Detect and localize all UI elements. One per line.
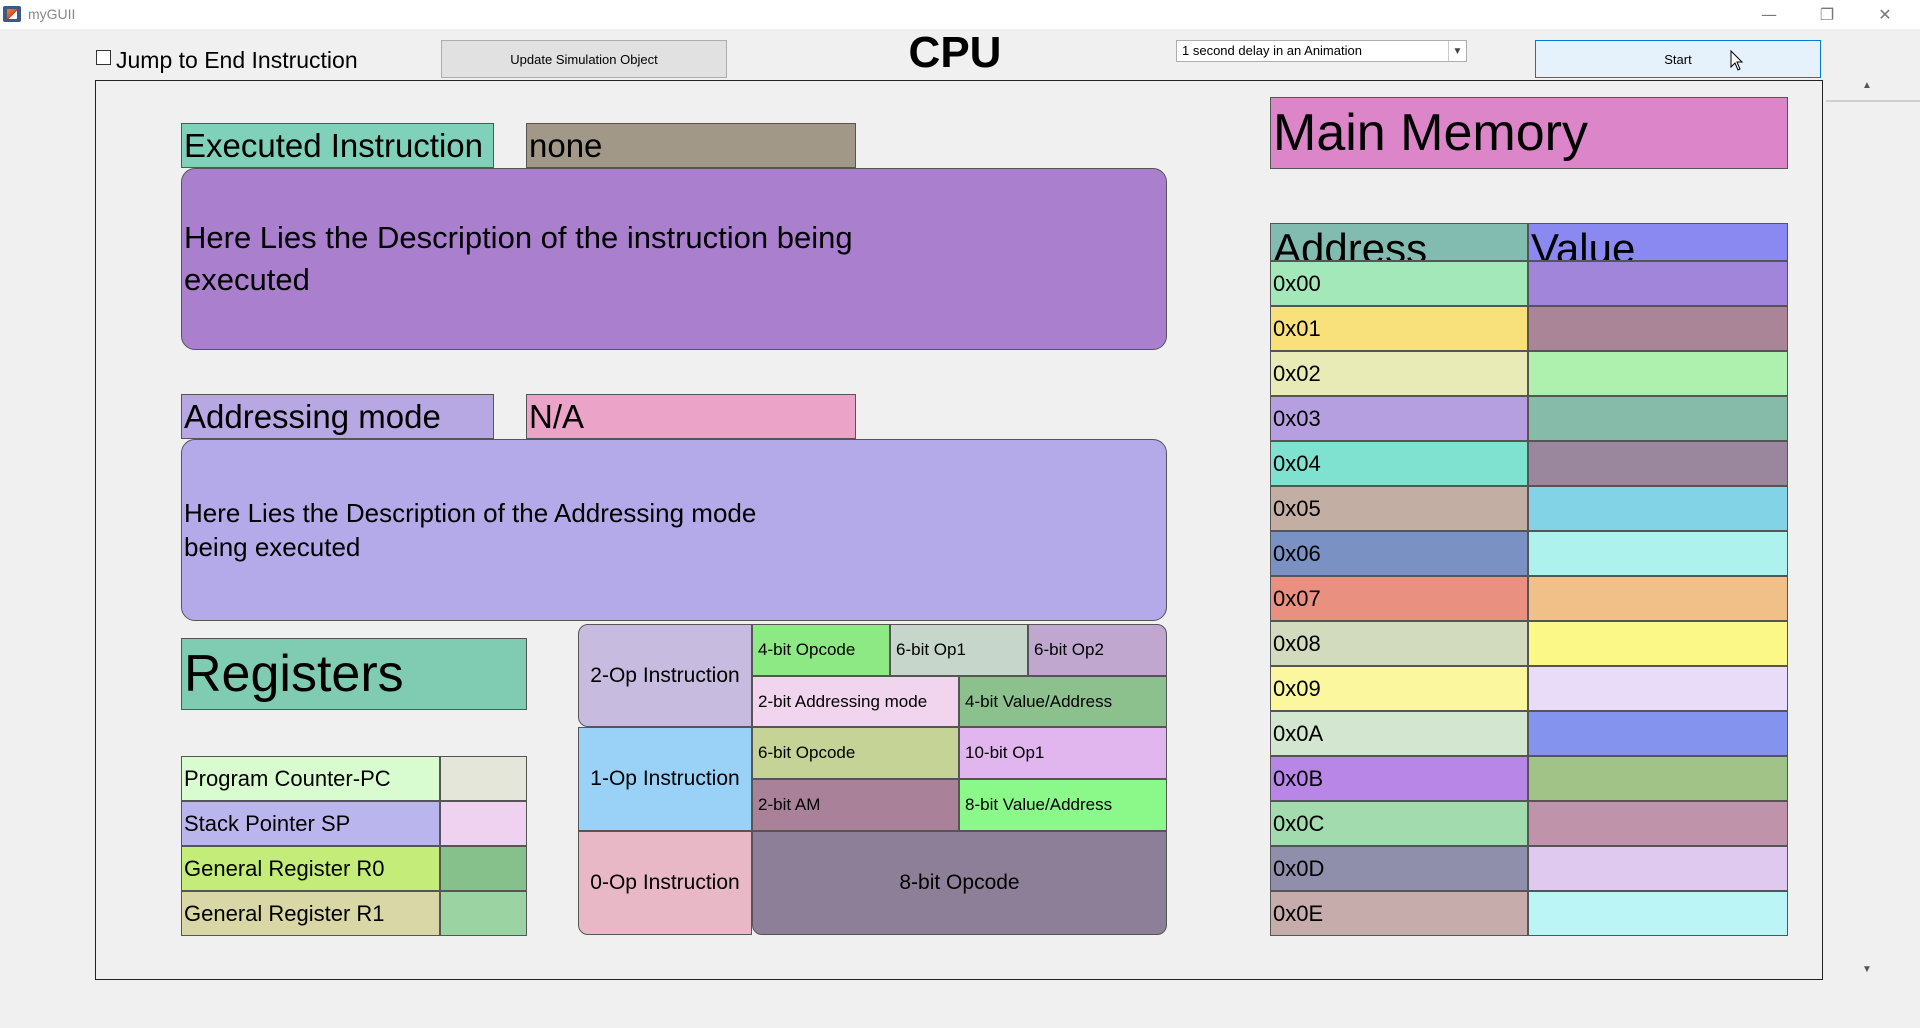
memory-value-cell	[1528, 801, 1788, 846]
register-value	[440, 891, 527, 936]
addressing-mode-value: N/A	[526, 394, 856, 439]
register-value	[440, 801, 527, 846]
memory-value-cell	[1528, 711, 1788, 756]
memory-address-cell: 0x0D	[1270, 846, 1528, 891]
memory-address-cell: 0x05	[1270, 486, 1528, 531]
scroll-down-icon[interactable]: ▼	[1862, 964, 1872, 975]
memory-value-cell	[1528, 621, 1788, 666]
memory-address-cell: 0x09	[1270, 666, 1528, 711]
memory-address-cell: 0x0B	[1270, 756, 1528, 801]
memory-value-cell	[1528, 441, 1788, 486]
executed-instruction-value: none	[526, 123, 856, 168]
memory-value-cell	[1528, 306, 1788, 351]
zero-op-opcode-field: 8-bit Opcode	[752, 831, 1167, 935]
memory-address-cell: 0x01	[1270, 306, 1528, 351]
jump-to-end-checkbox[interactable]	[96, 50, 111, 65]
register-label: General Register R1	[181, 891, 440, 936]
instruction-description-text: Here Lies the Description of the instruc…	[184, 220, 853, 297]
memory-address-cell: 0x02	[1270, 351, 1528, 396]
two-op-instruction-label: 2-Op Instruction	[578, 624, 752, 727]
one-op-op1-field: 10-bit Op1	[959, 727, 1167, 779]
mouse-cursor-icon	[1730, 50, 1744, 71]
two-op-addressing-mode-field: 2-bit Addressing mode	[752, 676, 959, 727]
scroll-up-icon[interactable]: ▲	[1862, 80, 1872, 91]
close-icon[interactable]: ✕	[1862, 0, 1908, 29]
memory-address-cell: 0x0C	[1270, 801, 1528, 846]
jump-to-end-label: Jump to End Instruction	[116, 47, 358, 73]
animation-delay-select[interactable]: 1 second delay in an Animation	[1176, 40, 1467, 62]
memory-address-cell: 0x03	[1270, 396, 1528, 441]
one-op-am-field: 2-bit AM	[752, 779, 959, 831]
memory-value-cell	[1528, 531, 1788, 576]
main-memory-title: Main Memory	[1270, 97, 1788, 169]
one-op-value-address-field: 8-bit Value/Address	[959, 779, 1167, 831]
addressing-mode-description: Here Lies the Description of the Address…	[181, 439, 1167, 621]
scrollbar[interactable]	[1824, 80, 1920, 980]
two-op-value-address-field: 4-bit Value/Address	[959, 676, 1167, 727]
addressing-mode-label: Addressing mode	[181, 394, 494, 439]
window-title: myGUII	[28, 6, 76, 22]
memory-value-cell	[1528, 576, 1788, 621]
memory-address-header: Address	[1270, 223, 1528, 261]
memory-value-cell	[1528, 486, 1788, 531]
two-op-op1-field: 6-bit Op1	[890, 624, 1028, 676]
memory-value-cell	[1528, 666, 1788, 711]
memory-value-cell	[1528, 846, 1788, 891]
memory-address-cell: 0x04	[1270, 441, 1528, 486]
update-simulation-button[interactable]: Update Simulation Object	[441, 40, 727, 78]
memory-address-cell: 0x00	[1270, 261, 1528, 306]
memory-value-cell	[1528, 756, 1788, 801]
zero-op-instruction-label: 0-Op Instruction	[578, 831, 752, 935]
memory-address-cell: 0x06	[1270, 531, 1528, 576]
registers-title: Registers	[181, 638, 527, 710]
memory-value-cell	[1528, 351, 1788, 396]
chevron-down-icon[interactable]: ▼	[1448, 41, 1466, 61]
two-op-opcode-field: 4-bit Opcode	[752, 624, 890, 676]
start-button[interactable]: Start	[1535, 40, 1821, 78]
executed-instruction-label: Executed Instruction	[181, 123, 494, 168]
memory-address-cell: 0x0A	[1270, 711, 1528, 756]
register-value	[440, 846, 527, 891]
register-value	[440, 756, 527, 801]
memory-address-cell: 0x07	[1270, 576, 1528, 621]
memory-address-cell: 0x08	[1270, 621, 1528, 666]
memory-value-cell	[1528, 261, 1788, 306]
register-label: General Register R0	[181, 846, 440, 891]
two-op-op2-field: 6-bit Op2	[1028, 624, 1167, 676]
register-label: Stack Pointer SP	[181, 801, 440, 846]
restore-icon[interactable]: ❐	[1804, 0, 1850, 29]
memory-value-cell	[1528, 891, 1788, 936]
window-title-bar	[0, 0, 1920, 29]
memory-value-header: Value	[1528, 223, 1788, 261]
addressing-mode-description-text: Here Lies the Description of the Address…	[184, 498, 757, 562]
matlab-app-icon	[3, 6, 21, 22]
one-op-instruction-label: 1-Op Instruction	[578, 727, 752, 831]
scrollbar-thumb[interactable]	[1826, 100, 1920, 102]
instruction-description: Here Lies the Description of the instruc…	[181, 168, 1167, 350]
memory-value-cell	[1528, 396, 1788, 441]
memory-address-cell: 0x0E	[1270, 891, 1528, 936]
register-label: Program Counter-PC	[181, 756, 440, 801]
one-op-opcode-field: 6-bit Opcode	[752, 727, 959, 779]
minimize-icon[interactable]: —	[1746, 0, 1792, 29]
